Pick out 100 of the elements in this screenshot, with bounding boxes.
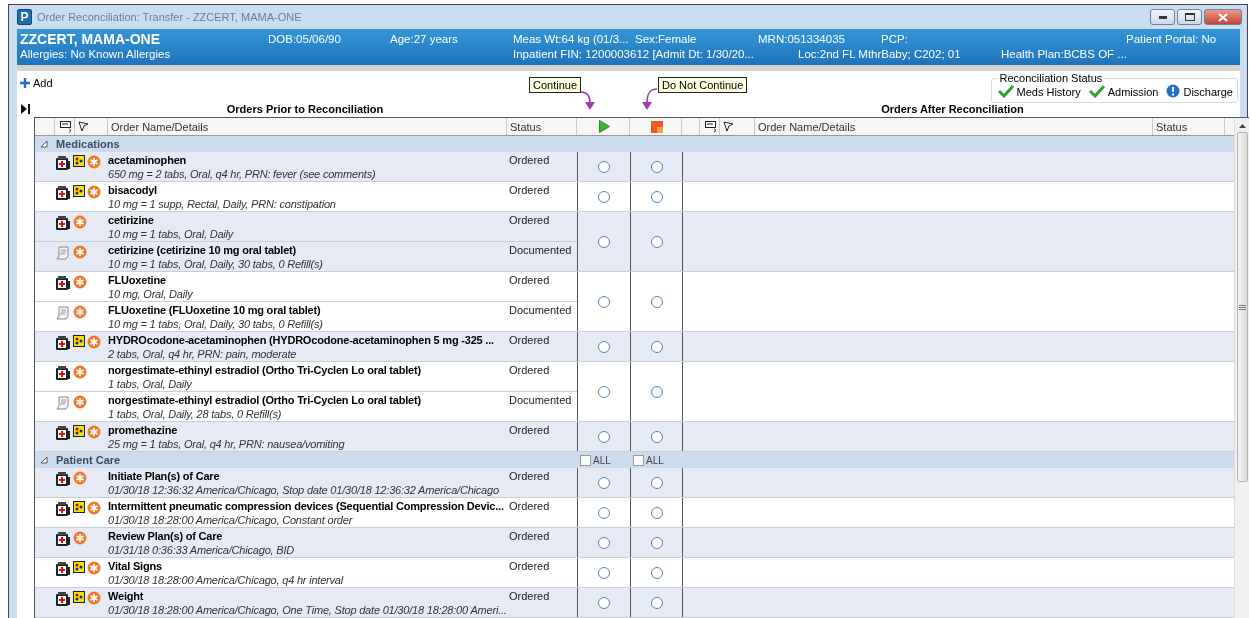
- maximize-icon: [1184, 13, 1195, 21]
- continue-radio[interactable]: [598, 476, 610, 489]
- continue-radio[interactable]: [598, 235, 610, 248]
- app-logo: P: [17, 9, 32, 25]
- order-name: acetaminophen: [108, 153, 188, 167]
- patient-info: MRN:051334035: [758, 32, 846, 47]
- close-button[interactable]: [1204, 9, 1242, 25]
- order-status: Ordered: [508, 469, 551, 484]
- order-name: cetirizine: [108, 213, 155, 227]
- order-details: 25 mg = 1 tabs, Oral, q4 hr, PRN: nausea/vomiting: [108, 437, 346, 451]
- do-not-continue-radio[interactable]: [650, 295, 663, 308]
- order-details: 1 tabs, Oral, Daily: [108, 377, 193, 391]
- asterisk-icon: [87, 561, 101, 575]
- column-header[interactable]: Order Name/Details: [108, 118, 507, 135]
- medicine-bottle-icon: [55, 185, 71, 201]
- stop-icon[interactable]: [651, 120, 663, 133]
- patient-name: ZZCERT, MAMA-ONE: [20, 32, 161, 47]
- comment-icon[interactable]: [59, 120, 73, 133]
- order-name: promethazine: [108, 423, 179, 437]
- status-label: Meds History: [1016, 86, 1081, 98]
- order-details: 01/30/18 12:36:32 America/Chicago, Stop date 01/30/18 12:36:32 America/Chicago: [108, 483, 500, 497]
- medicine-bottle-icon: [55, 155, 71, 171]
- order-status: Ordered: [508, 363, 551, 378]
- scroll-up-icon[interactable]: [1238, 124, 1246, 128]
- column-header[interactable]: Status: [1153, 118, 1225, 135]
- continue-radio[interactable]: [598, 566, 610, 579]
- do-not-continue-radio[interactable]: [650, 476, 663, 489]
- asterisk-icon: [73, 275, 87, 289]
- expand-panel-icon[interactable]: [21, 104, 30, 114]
- reference-icon: [73, 185, 85, 197]
- order-details: 650 mg = 2 tabs, Oral, q4 hr, PRN: fever (see comments): [108, 167, 377, 181]
- scrollbar[interactable]: [1234, 118, 1249, 618]
- do-not-continue-radio[interactable]: [650, 506, 663, 519]
- order-status: Ordered: [508, 183, 551, 198]
- do-not-continue-radio[interactable]: [650, 160, 663, 173]
- scroll-icon: [55, 395, 71, 411]
- continue-radio[interactable]: [598, 596, 610, 609]
- add-button[interactable]: Add: [20, 77, 53, 89]
- order-details: 2 tabs, Oral, q4 hr, PRN: pain, moderate: [108, 347, 298, 361]
- medicine-bottle-icon: [55, 365, 71, 381]
- do-not-continue-radio[interactable]: [650, 385, 663, 398]
- order-name: Intermittent pneumatic compression devices (Sequential Compression Devic...: [108, 499, 505, 513]
- order-details: 01/31/18 0:36:33 America/Chicago, BID: [108, 543, 296, 557]
- order-details: 01/30/18 18:28:00 America/Chicago, q4 hr interval: [108, 573, 345, 587]
- maximize-button[interactable]: [1177, 9, 1202, 25]
- patient-info: Loc:2nd FL MthrBaby; C202; 01: [798, 47, 962, 62]
- select-all-checkbox[interactable]: ALL: [630, 452, 682, 468]
- check-icon: [997, 84, 1014, 98]
- continue-radio[interactable]: [598, 190, 610, 203]
- minimize-button[interactable]: [1150, 9, 1175, 25]
- window-title: Order Reconciliation: Transfer - ZZCERT, MAMA-ONE: [37, 11, 302, 23]
- continue-radio[interactable]: [598, 340, 610, 353]
- order-details: 10 mg = 1 supp, Rectal, Daily, PRN: constipation: [108, 197, 337, 211]
- do-not-continue-radio[interactable]: [650, 340, 663, 353]
- order-name: norgestimate-ethinyl estradiol (Ortho Tri-Cyclen Lo oral tablet): [108, 363, 422, 377]
- filter-icon[interactable]: [723, 121, 734, 132]
- minimize-icon: [1158, 15, 1167, 19]
- order-name: FLUoxetine (FLUoxetine 10 mg oral tablet): [108, 303, 322, 317]
- order-name: norgestimate-ethinyl estradiol (Ortho Tri-Cyclen Lo oral tablet): [108, 393, 422, 407]
- play-icon[interactable]: [599, 120, 610, 133]
- check-icon: [1088, 84, 1105, 98]
- asterisk-icon: [87, 425, 101, 439]
- medicine-bottle-icon: [55, 591, 71, 607]
- continue-radio[interactable]: [598, 430, 610, 443]
- order-name: Review Plan(s) of Care: [108, 529, 224, 543]
- do-not-continue-radio[interactable]: [650, 235, 663, 248]
- continue-radio[interactable]: [598, 506, 610, 519]
- comment-icon[interactable]: [704, 120, 718, 133]
- collapse-icon[interactable]: [40, 140, 48, 148]
- column-header[interactable]: Order Name/Details: [755, 118, 1153, 135]
- continue-radio[interactable]: [598, 295, 610, 308]
- column-header[interactable]: Status: [507, 118, 577, 135]
- do-not-continue-radio[interactable]: [650, 430, 663, 443]
- do-not-continue-radio[interactable]: [650, 566, 663, 579]
- reference-icon: [73, 561, 85, 573]
- asterisk-icon: [87, 501, 101, 515]
- order-status: Ordered: [508, 273, 551, 288]
- patient-info: Inpatient FIN: 1200003612 [Admit Dt: 1/30/20...: [513, 47, 755, 62]
- continue-radio[interactable]: [598, 385, 610, 398]
- order-status: Ordered: [508, 529, 551, 544]
- asterisk-icon: [73, 395, 87, 409]
- do-not-continue-radio[interactable]: [650, 190, 663, 203]
- asterisk-icon: [73, 471, 87, 485]
- continue-radio[interactable]: [598, 536, 610, 549]
- order-details: 10 mg, Oral, Daily: [108, 287, 194, 301]
- continue-radio[interactable]: [598, 160, 610, 173]
- reference-icon: [73, 335, 85, 347]
- do-not-continue-radio[interactable]: [650, 536, 663, 549]
- order-status: Ordered: [508, 589, 551, 604]
- select-all-checkbox[interactable]: ALL: [577, 452, 630, 468]
- filter-icon[interactable]: [78, 121, 89, 132]
- order-name: HYDROcodone-acetaminophen (HYDROcodone-acetaminophen 5 mg -325 ...: [108, 333, 495, 347]
- collapse-icon[interactable]: [40, 456, 48, 464]
- panel-heading: Orders Prior to Reconciliation: [225, 102, 385, 117]
- allergies-text: Allergies: No Known Allergies: [20, 47, 172, 62]
- asterisk-icon: [73, 245, 87, 259]
- do-not-continue-radio[interactable]: [650, 596, 663, 609]
- order-details: 01/30/18 18:28:00 America/Chicago, One Time, Stop date 01/30/18 18:28:00 Ameri...: [108, 603, 507, 617]
- plus-icon: [20, 78, 30, 88]
- order-status: Ordered: [508, 153, 551, 168]
